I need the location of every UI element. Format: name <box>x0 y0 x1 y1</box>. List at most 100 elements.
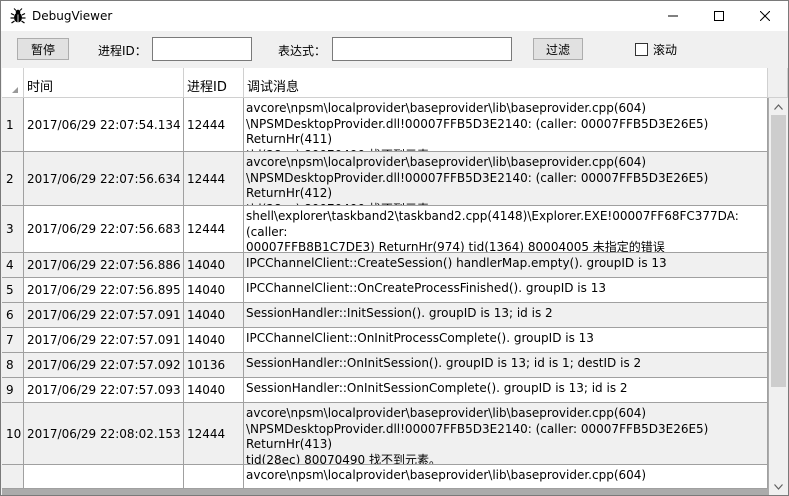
row-number-text: 7 <box>6 333 14 347</box>
pid-cell-text: 14040 <box>187 283 226 297</box>
time-cell-text: 2017/06/29 22:07:54.134 <box>27 117 181 132</box>
pid-cell: 14040 <box>184 328 244 353</box>
message-cell-text: SessionHandler::OnInitSession(). groupID… <box>246 356 642 370</box>
column-header-message[interactable]: 调试消息 <box>244 68 768 98</box>
time-cell: 2017/06/29 22:07:56.634 <box>24 152 184 206</box>
scroll-up-button[interactable] <box>769 98 788 115</box>
row-number: 7 <box>2 328 24 353</box>
chevron-down-icon <box>774 483 783 490</box>
pid-cell: 14040 <box>184 253 244 278</box>
message-cell: IPCChannelClient::OnInitProcessComplete(… <box>244 328 768 353</box>
table-row[interactable]: avcore\npsm\localprovider\baseprovider\l… <box>2 465 768 489</box>
table-row[interactable]: 2 2017/06/29 22:07:56.634 12444 avcore\npsm… <box>2 152 768 206</box>
time-cell-text: 2017/06/29 22:07:56.683 <box>27 222 181 236</box>
row-number <box>2 465 24 489</box>
scroll-thumb[interactable] <box>771 115 786 387</box>
pid-cell-text: 12444 <box>187 171 226 186</box>
vertical-scrollbar[interactable] <box>769 98 788 495</box>
row-number-text: 9 <box>6 383 14 397</box>
row-number-text: 6 <box>6 308 14 322</box>
time-cell: 2017/06/29 22:08:02.153 <box>24 403 184 465</box>
message-cell: SessionHandler::OnInitSession(). groupID… <box>244 353 768 378</box>
pid-cell: 14040 <box>184 278 244 303</box>
maximize-icon <box>714 11 724 21</box>
message-cell: shell\explorer\taskband2\taskband2.cpp(4… <box>244 206 768 253</box>
message-cell: avcore\npsm\localprovider\baseprovider\l… <box>244 152 768 206</box>
pid-cell: 12444 <box>184 206 244 253</box>
table-row[interactable]: 9 2017/06/29 22:07:57.093 14040 SessionHand… <box>2 378 768 403</box>
pid-cell: 12444 <box>184 152 244 206</box>
pid-cell <box>184 465 244 489</box>
table-row[interactable]: 6 2017/06/29 22:07:57.091 14040 SessionHand… <box>2 303 768 328</box>
time-cell: 2017/06/29 22:07:56.886 <box>24 253 184 278</box>
time-cell: 2017/06/29 22:07:56.895 <box>24 278 184 303</box>
pid-cell: 14040 <box>184 378 244 403</box>
row-number: 1 <box>2 98 24 152</box>
expression-input[interactable] <box>332 37 512 61</box>
row-number-text: 8 <box>6 358 14 372</box>
column-header-message-label: 调试消息 <box>247 80 300 95</box>
time-cell-text <box>24 465 183 488</box>
pid-cell-text: 14040 <box>187 383 226 397</box>
message-cell: IPCChannelClient::CreateSession() handle… <box>244 253 768 278</box>
row-header-corner[interactable] <box>2 68 24 98</box>
table-row[interactable]: 4 2017/06/29 22:07:56.886 14040 IPCChannelC… <box>2 253 768 278</box>
time-cell-text: 2017/06/29 22:08:02.153 <box>27 426 181 441</box>
pause-button[interactable]: 暂停 <box>17 38 69 60</box>
title-bar[interactable]: DebugViewer <box>1 1 788 31</box>
column-header-pid[interactable]: 进程ID <box>184 68 244 98</box>
table-row[interactable]: 3 2017/06/29 22:07:56.683 12444 shell\explo… <box>2 206 768 253</box>
expression-label: 表达式： <box>278 44 327 58</box>
row-number-text: 5 <box>6 283 14 297</box>
pid-cell-text: 14040 <box>187 308 226 322</box>
debugviewer-window: DebugViewer 暂停 进程ID： 表达式： 过滤 滚动 时间 进程ID … <box>0 0 789 496</box>
row-number: 2 <box>2 152 24 206</box>
row-number-text <box>2 465 23 488</box>
pid-cell-text: 10136 <box>187 358 226 372</box>
row-number-text: 3 <box>6 222 14 236</box>
table-row[interactable]: 8 2017/06/29 22:07:57.092 10136 SessionHand… <box>2 353 768 378</box>
process-id-input[interactable] <box>152 37 252 61</box>
row-number-text: 4 <box>6 258 14 272</box>
table-row[interactable]: 10 2017/06/29 22:08:02.153 12444 avcore\nps… <box>2 403 768 465</box>
bug-icon <box>10 8 26 24</box>
row-number-text: 1 <box>6 117 14 132</box>
message-cell-text: avcore\npsm\localprovider\baseprovider\l… <box>246 155 709 205</box>
time-cell-text: 2017/06/29 22:07:57.091 <box>27 333 181 347</box>
message-cell-text: avcore\npsm\localprovider\baseprovider\l… <box>246 101 709 151</box>
minimize-button[interactable] <box>650 1 696 31</box>
process-id-label: 进程ID： <box>98 44 147 58</box>
close-button[interactable] <box>742 1 788 31</box>
row-number: 4 <box>2 253 24 278</box>
log-grid[interactable]: 时间 进程ID 调试消息 1 2017/06/29 22:07:54.134 124… <box>2 68 788 495</box>
time-cell: 2017/06/29 22:07:56.683 <box>24 206 184 253</box>
message-cell-text: SessionHandler::OnInitSessionComplete().… <box>246 381 628 395</box>
chevron-up-icon <box>774 103 783 110</box>
message-cell: IPCChannelClient::OnCreateProcessFinishe… <box>244 278 768 303</box>
column-header-time-label: 时间 <box>27 80 54 95</box>
pid-cell-text: 12444 <box>187 117 226 132</box>
message-cell-text: IPCChannelClient::OnInitProcessComplete(… <box>246 331 594 345</box>
pid-cell-text: 14040 <box>187 333 226 347</box>
scroll-checkbox[interactable] <box>635 43 648 56</box>
message-cell: avcore\npsm\localprovider\baseprovider\l… <box>244 465 768 489</box>
time-cell: 2017/06/29 22:07:54.134 <box>24 98 184 152</box>
table-row[interactable]: 7 2017/06/29 22:07:57.091 14040 IPCChannelC… <box>2 328 768 353</box>
table-row[interactable]: 1 2017/06/29 22:07:54.134 12444 avcore\npsm… <box>2 98 768 152</box>
pid-cell-text: 12444 <box>187 426 226 441</box>
message-cell-text: avcore\npsm\localprovider\baseprovider\l… <box>246 406 709 465</box>
scroll-down-button[interactable] <box>769 478 788 495</box>
message-cell-text: SessionHandler::InitSession(). groupID i… <box>246 306 553 320</box>
pid-cell: 14040 <box>184 303 244 328</box>
toolbar: 暂停 进程ID： 表达式： 过滤 滚动 <box>1 31 788 68</box>
close-icon <box>760 11 770 21</box>
filter-button[interactable]: 过滤 <box>533 38 583 60</box>
message-cell: SessionHandler::InitSession(). groupID i… <box>244 303 768 328</box>
message-cell-text: avcore\npsm\localprovider\baseprovider\l… <box>246 468 647 482</box>
scroll-checkbox-label: 滚动 <box>653 43 678 57</box>
row-number: 9 <box>2 378 24 403</box>
maximize-button[interactable] <box>696 1 742 31</box>
corner-triangle-icon <box>12 87 18 93</box>
column-header-time[interactable]: 时间 <box>24 68 184 98</box>
table-row[interactable]: 5 2017/06/29 22:07:56.895 14040 IPCChannelC… <box>2 278 768 303</box>
